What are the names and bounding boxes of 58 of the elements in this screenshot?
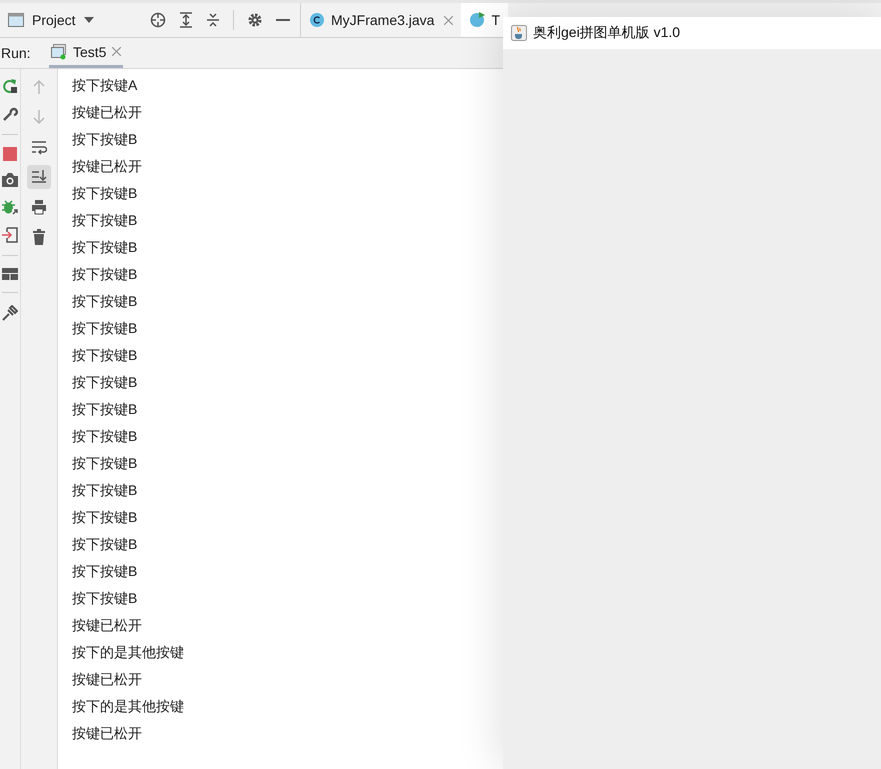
rerun-icon[interactable]	[2, 78, 18, 94]
console-line: 按下按键B	[72, 454, 138, 473]
collapse-all-icon[interactable]	[206, 12, 220, 28]
console-line: 按键已松开	[72, 103, 143, 122]
arrow-up-icon	[31, 79, 47, 95]
console-line: 按下按键B	[72, 346, 138, 365]
console-line: 按键已松开	[72, 670, 143, 689]
run-label: Run:	[0, 45, 32, 61]
console-line: 按下按键B	[72, 589, 138, 608]
console-line: 按下按键B	[72, 211, 138, 230]
console-line: 按键已松开	[72, 616, 143, 635]
printer-icon	[31, 199, 47, 215]
class-icon	[309, 12, 325, 28]
console-line: 按下按键B	[72, 427, 138, 446]
layout-icon[interactable]	[2, 268, 18, 280]
pin-icon[interactable]	[2, 305, 18, 321]
console-line: 按键已松开	[72, 724, 143, 743]
run-tab[interactable]: Test5	[49, 38, 124, 68]
scroll-to-end-icon	[31, 169, 47, 185]
java-cup-icon	[511, 25, 527, 41]
crosshair-icon[interactable]	[150, 12, 166, 28]
login-icon[interactable]	[2, 227, 18, 243]
arrow-down-icon	[31, 109, 47, 125]
dropdown-caret-icon[interactable]	[84, 17, 94, 23]
console-line: 按下按键B	[72, 508, 138, 527]
console-line: 按下按键A	[72, 76, 138, 95]
window-icon	[8, 13, 24, 27]
minimize-icon[interactable]	[276, 18, 290, 22]
console-line: 按下按键B	[72, 238, 138, 257]
bug-icon[interactable]	[2, 199, 18, 215]
expand-all-icon[interactable]	[179, 12, 193, 28]
console-line: 按下的是其他按键	[72, 643, 184, 662]
window-title: 奥利gei拼图单机版 v1.0	[533, 24, 680, 42]
wrench-icon[interactable]	[2, 106, 18, 122]
panel-title[interactable]: Project	[32, 12, 76, 28]
console-line: 按下按键B	[72, 130, 138, 149]
console-line: 按下按键B	[72, 292, 138, 311]
console-line: 按下按键B	[72, 400, 138, 419]
class-icon	[469, 12, 486, 28]
console-line: 按下按键B	[72, 373, 138, 392]
close-icon[interactable]	[112, 47, 122, 56]
console-line: 按下按键B	[72, 535, 138, 554]
console-line: 按下的是其他按键	[72, 697, 184, 716]
console-line: 按下按键B	[72, 184, 138, 203]
close-icon[interactable]	[444, 16, 454, 24]
camera-icon[interactable]	[2, 173, 18, 187]
soft-wrap-icon	[31, 139, 47, 155]
console-line: 按下按键B	[72, 562, 138, 581]
console-line: 按下按键B	[72, 265, 138, 284]
trash-icon	[31, 229, 47, 245]
scroll-to-end-button[interactable]	[27, 165, 51, 189]
settings-icon[interactable]	[247, 12, 263, 28]
console-window-icon	[51, 44, 67, 60]
console-line: 按下按键B	[72, 481, 138, 500]
editor-tab[interactable]: T	[461, 3, 508, 37]
editor-tab[interactable]: MyJFrame3.java	[301, 3, 462, 37]
console-line: 按下按键B	[72, 319, 138, 338]
console-line: 按键已松开	[72, 157, 143, 176]
